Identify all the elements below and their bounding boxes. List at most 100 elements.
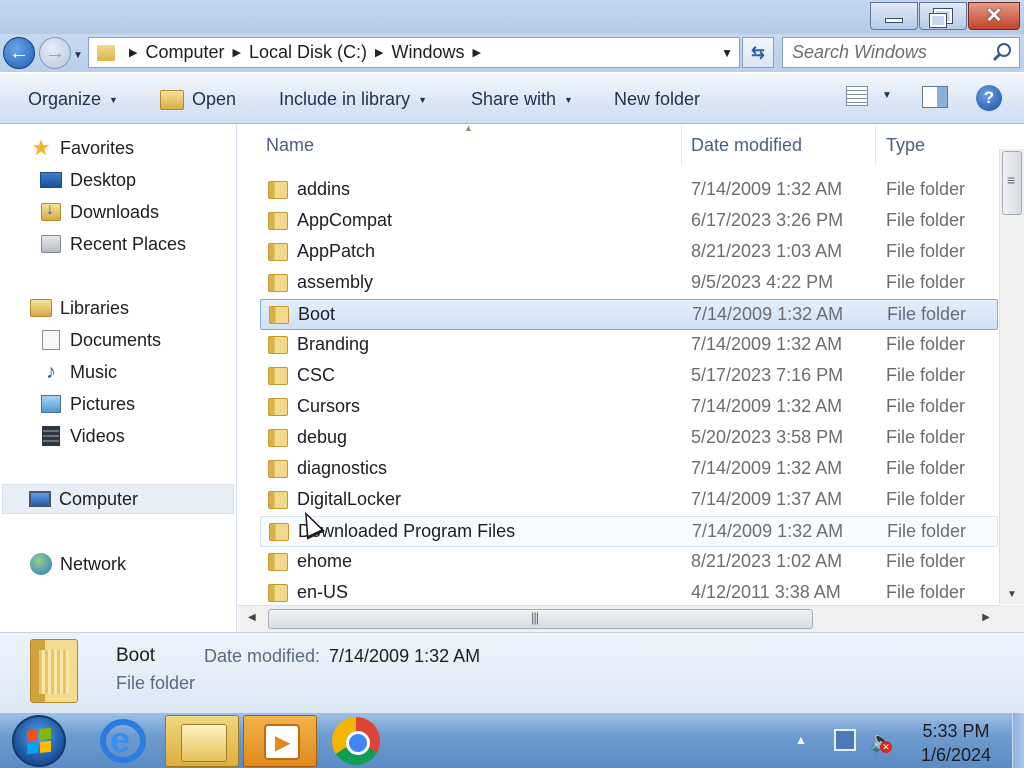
scroll-left-arrow-icon[interactable]: ◀ bbox=[248, 612, 256, 623]
vertical-scrollbar[interactable]: ▼ bbox=[999, 149, 1024, 604]
nav-libraries[interactable]: Libraries bbox=[30, 293, 129, 323]
address-history-dropdown-icon[interactable]: ▼ bbox=[721, 46, 733, 60]
close-icon: ✕ bbox=[985, 5, 1003, 27]
column-header-date-modified[interactable]: Date modified bbox=[691, 125, 802, 165]
breadcrumb-computer[interactable]: Computer bbox=[145, 42, 224, 63]
change-view-icon[interactable] bbox=[846, 86, 868, 106]
nav-music[interactable]: ♪ Music bbox=[40, 357, 117, 387]
clock[interactable]: 5:33 PM 1/6/2024 bbox=[910, 719, 1002, 767]
column-divider[interactable] bbox=[875, 125, 876, 165]
address-row: ← → ▼ ▶ Computer ▶ Local Disk (C:) ▶ Win… bbox=[0, 34, 1024, 72]
folder-icon bbox=[268, 553, 288, 571]
file-row[interactable]: Downloaded Program Files 7/14/2009 1:32 A… bbox=[260, 516, 998, 547]
search-icon[interactable] bbox=[992, 42, 1012, 62]
file-date-modified: 7/14/2009 1:32 AM bbox=[692, 521, 844, 541]
breadcrumb-separator-icon[interactable]: ▶ bbox=[473, 46, 481, 59]
show-hidden-icons-icon[interactable]: ▲ bbox=[795, 733, 807, 747]
breadcrumb-separator-icon[interactable]: ▶ bbox=[129, 46, 137, 59]
minimize-button[interactable] bbox=[870, 2, 918, 30]
nav-documents[interactable]: Documents bbox=[40, 325, 161, 355]
file-row[interactable]: assembly 9/5/2023 4:22 PM File folder bbox=[260, 268, 998, 299]
show-desktop-button[interactable] bbox=[1012, 713, 1024, 768]
file-row[interactable]: Cursors 7/14/2009 1:32 AM File folder bbox=[260, 392, 998, 423]
share-with-menu[interactable]: Share with ▼ bbox=[471, 89, 573, 110]
column-divider[interactable] bbox=[681, 125, 682, 165]
file-row[interactable]: Branding 7/14/2009 1:32 AM File folder bbox=[260, 330, 998, 361]
nav-computer[interactable]: Computer bbox=[2, 484, 234, 514]
chrome-icon[interactable] bbox=[332, 717, 380, 765]
internet-explorer-icon[interactable] bbox=[100, 719, 146, 763]
media-player-icon bbox=[264, 724, 300, 760]
file-date-modified: 6/17/2023 3:26 PM bbox=[691, 210, 844, 230]
include-in-library-menu[interactable]: Include in library ▼ bbox=[279, 89, 427, 110]
details-pane: Boot Date modified: 7/14/2009 1:32 AM Fi… bbox=[0, 632, 1024, 712]
nav-recent-places[interactable]: Recent Places bbox=[40, 229, 186, 259]
refresh-button[interactable]: ⇆ bbox=[742, 37, 774, 68]
nav-libraries-label: Libraries bbox=[60, 297, 130, 318]
breadcrumb-separator-icon[interactable]: ▶ bbox=[233, 46, 241, 59]
file-name: Branding bbox=[297, 334, 370, 354]
file-date-modified: 7/14/2009 1:32 AM bbox=[691, 396, 843, 416]
help-icon[interactable]: ? bbox=[976, 85, 1002, 111]
file-name: debug bbox=[297, 427, 348, 447]
file-row[interactable]: addins 7/14/2009 1:32 AM File folder bbox=[260, 175, 998, 206]
file-type: File folder bbox=[886, 365, 966, 385]
file-date-modified: 7/14/2009 1:32 AM bbox=[691, 334, 843, 354]
new-folder-button[interactable]: New folder bbox=[614, 89, 700, 110]
scroll-down-arrow-icon[interactable]: ▼ bbox=[1007, 589, 1017, 600]
file-type: File folder bbox=[887, 304, 967, 324]
breadcrumb-windows[interactable]: Windows bbox=[391, 42, 464, 63]
address-bar[interactable]: ▶ Computer ▶ Local Disk (C:) ▶ Windows ▶… bbox=[88, 37, 740, 68]
recent-pages-dropdown-icon[interactable]: ▼ bbox=[73, 50, 83, 61]
nav-desktop[interactable]: Desktop bbox=[40, 165, 136, 195]
file-row[interactable]: AppCompat 6/17/2023 3:26 PM File folder bbox=[260, 206, 998, 237]
breadcrumb-separator-icon[interactable]: ▶ bbox=[375, 46, 383, 59]
file-row[interactable]: AppPatch 8/21/2023 1:03 AM File folder bbox=[260, 237, 998, 268]
file-type: File folder bbox=[886, 210, 966, 230]
nav-favorites[interactable]: ★ Favorites bbox=[30, 133, 134, 163]
nav-videos[interactable]: Videos bbox=[40, 421, 125, 451]
horizontal-scroll-thumb[interactable] bbox=[268, 609, 813, 629]
file-row[interactable]: CSC 5/17/2023 7:16 PM File folder bbox=[260, 361, 998, 392]
file-row[interactable]: diagnostics 7/14/2009 1:32 AM File folder bbox=[260, 454, 998, 485]
folder-icon bbox=[268, 336, 288, 354]
file-row[interactable]: DigitalLocker 7/14/2009 1:37 AM File folde… bbox=[260, 485, 998, 516]
file-date-modified: 8/21/2023 1:03 AM bbox=[691, 241, 843, 261]
folder-icon bbox=[268, 398, 288, 416]
file-row[interactable]: debug 5/20/2023 3:58 PM File folder bbox=[260, 423, 998, 454]
share-label: Share with bbox=[471, 89, 557, 109]
taskbar-media-player[interactable] bbox=[243, 715, 317, 767]
view-options-dropdown-icon[interactable]: ▼ bbox=[882, 90, 892, 101]
scroll-right-arrow-icon[interactable]: ▶ bbox=[982, 612, 990, 623]
file-type: File folder bbox=[886, 179, 966, 199]
open-button[interactable]: Open bbox=[160, 89, 236, 110]
network-status-icon[interactable] bbox=[834, 729, 856, 751]
organize-menu[interactable]: Organize ▼ bbox=[28, 89, 118, 110]
restore-icon bbox=[929, 8, 953, 28]
nav-downloads[interactable]: Downloads bbox=[40, 197, 159, 227]
nav-network[interactable]: Network bbox=[30, 549, 126, 579]
file-row[interactable]: ehome 8/21/2023 1:02 AM File folder bbox=[260, 547, 998, 578]
restore-button[interactable] bbox=[919, 2, 967, 30]
column-header-type[interactable]: Type bbox=[886, 125, 925, 165]
column-header-name[interactable]: Name bbox=[266, 125, 314, 165]
file-name: Boot bbox=[298, 304, 336, 324]
close-button[interactable]: ✕ bbox=[968, 2, 1020, 30]
horizontal-scrollbar[interactable]: ◀ ▶ bbox=[238, 605, 1000, 632]
vertical-scroll-thumb[interactable] bbox=[1002, 151, 1022, 215]
search-input[interactable] bbox=[783, 42, 983, 63]
taskbar-windows-explorer[interactable] bbox=[165, 715, 239, 767]
back-button[interactable]: ← bbox=[3, 37, 35, 69]
file-row[interactable]: Boot 7/14/2009 1:32 AM File folder bbox=[260, 299, 998, 330]
nav-pictures[interactable]: Pictures bbox=[40, 389, 135, 419]
preview-pane-icon[interactable] bbox=[922, 86, 948, 108]
file-date-modified: 5/17/2023 7:16 PM bbox=[691, 365, 844, 385]
breadcrumb-local-disk[interactable]: Local Disk (C:) bbox=[249, 42, 367, 63]
start-button[interactable] bbox=[12, 715, 66, 767]
nav-downloads-label: Downloads bbox=[70, 201, 160, 222]
folder-icon bbox=[268, 460, 288, 478]
file-date-modified: 9/5/2023 4:22 PM bbox=[691, 272, 834, 292]
chevron-down-icon: ▼ bbox=[418, 94, 427, 105]
file-name: assembly bbox=[297, 272, 374, 292]
forward-button[interactable]: → bbox=[39, 37, 71, 69]
